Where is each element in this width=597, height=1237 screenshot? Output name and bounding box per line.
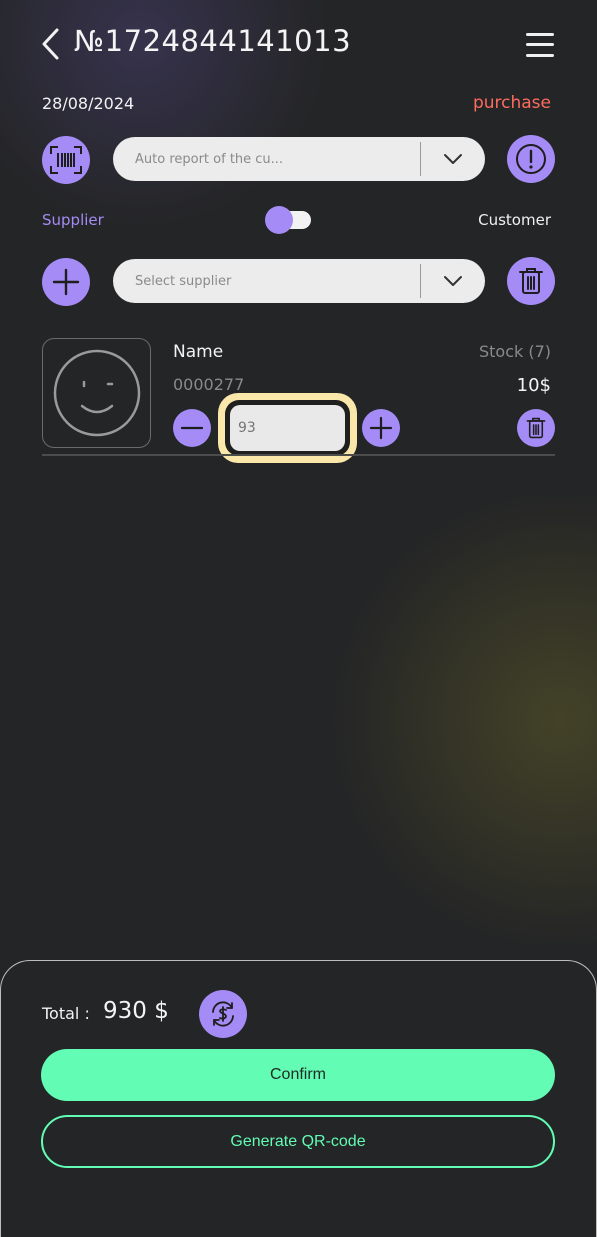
trash-icon [519, 268, 543, 294]
delete-supplier-button[interactable] [507, 257, 555, 305]
supplier-select-placeholder: Select supplier [135, 273, 232, 289]
product-image [42, 338, 151, 448]
add-supplier-button[interactable] [42, 258, 90, 306]
product-row-divider [42, 454, 555, 456]
report-select-toggle[interactable] [421, 137, 485, 181]
info-button[interactable] [507, 135, 555, 183]
delete-product-button[interactable] [517, 409, 555, 447]
confirm-button[interactable]: Confirm [41, 1049, 555, 1101]
menu-icon [526, 33, 554, 36]
toggle-knob [265, 206, 293, 234]
trash-icon [526, 417, 546, 439]
currency-switch-button[interactable] [199, 990, 247, 1038]
supplier-label: Supplier [42, 211, 104, 229]
barcode-icon [50, 146, 82, 174]
back-button[interactable] [38, 26, 66, 62]
supplier-select-toggle[interactable] [421, 259, 485, 303]
decrease-quantity-button[interactable] [173, 409, 211, 447]
increase-quantity-button[interactable] [362, 409, 400, 447]
total-label: Total : [42, 1004, 90, 1023]
document-date: 28/08/2024 [42, 94, 135, 113]
info-icon [516, 144, 546, 174]
product-name: Name [173, 342, 224, 362]
barcode-scan-button[interactable] [42, 136, 90, 184]
total-value: 930 $ [103, 998, 169, 1024]
quantity-field-highlight [218, 393, 357, 463]
supplier-customer-toggle[interactable] [265, 206, 313, 234]
report-select[interactable]: Auto report of the cu... [113, 137, 485, 181]
supplier-select[interactable]: Select supplier [113, 259, 485, 303]
refresh-currency-icon [212, 1001, 234, 1027]
quantity-input[interactable] [230, 405, 345, 451]
quantity-field-frame [225, 400, 350, 456]
chevron-down-icon [444, 276, 462, 286]
generate-qr-button[interactable]: Generate QR-code [41, 1115, 555, 1168]
back-arrow-icon [42, 28, 59, 60]
report-select-value: Auto report of the cu... [135, 151, 284, 167]
minus-icon [180, 426, 204, 430]
document-type-status: purchase [472, 93, 551, 113]
page-title: №1724844141013 [74, 24, 352, 58]
smiley-icon [53, 349, 140, 437]
plus-icon [52, 268, 80, 296]
product-code: 0000277 [173, 375, 245, 394]
product-price: 10$ [516, 375, 551, 396]
chevron-down-icon [444, 154, 462, 164]
product-stock: Stock (7) [478, 342, 551, 361]
plus-icon [369, 416, 393, 440]
customer-label: Customer [478, 211, 551, 229]
menu-button[interactable] [524, 30, 556, 60]
